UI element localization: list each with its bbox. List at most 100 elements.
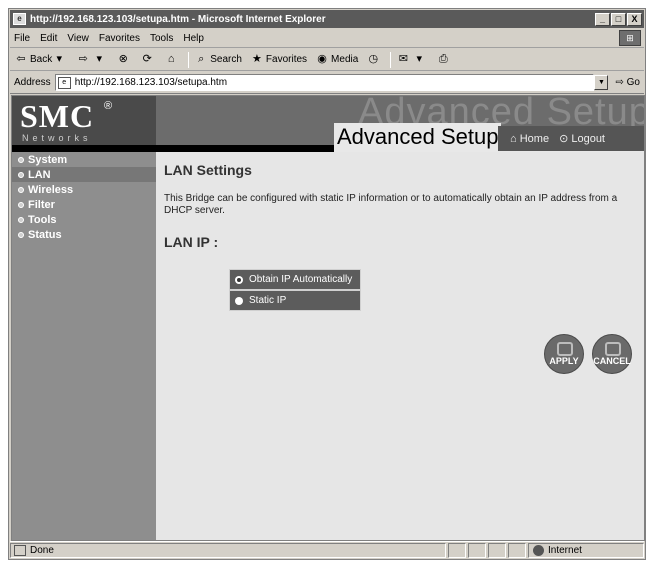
logout-link[interactable]: ⊙ Logout: [559, 132, 605, 145]
sidebar-item-filter[interactable]: Filter: [12, 197, 156, 212]
status-pane: [468, 542, 486, 558]
forward-button[interactable]: ⇨ ▾: [76, 53, 108, 66]
stop-icon: ⊗: [118, 53, 128, 65]
sidebar-item-label: Wireless: [28, 183, 74, 196]
title-bar: e http://192.168.123.103/setupa.htm - Mi…: [10, 10, 644, 28]
bullet-icon: [18, 156, 24, 163]
go-button[interactable]: ⇨ Go: [615, 77, 640, 88]
home-button[interactable]: ⌂: [164, 53, 180, 66]
media-button[interactable]: ◉ Media: [315, 53, 358, 66]
home-link[interactable]: ⌂ Home: [510, 133, 549, 145]
logout-icon: ⊙: [559, 133, 569, 145]
toolbar-divider: [188, 51, 190, 68]
apply-icon: [557, 342, 573, 356]
menu-favorites[interactable]: Favorites: [99, 33, 140, 44]
sidebar-item-system[interactable]: System: [12, 152, 156, 167]
back-arrow-icon: ⇦: [16, 53, 26, 65]
sidebar-item-tools[interactable]: Tools: [12, 212, 156, 227]
go-arrow-icon: ⇨: [615, 77, 624, 88]
sidebar: System LAN Wireless Filter Tools Status: [12, 152, 156, 540]
browser-window: e http://192.168.123.103/setupa.htm - Mi…: [8, 8, 646, 560]
option-label: Obtain IP Automatically: [249, 274, 353, 285]
minimize-button[interactable]: _: [595, 12, 610, 26]
logout-link-label: Logout: [571, 133, 605, 145]
logo-subtitle: Networks: [22, 133, 92, 143]
obtain-ip-automatically-option[interactable]: Obtain IP Automatically: [229, 269, 361, 290]
menu-file[interactable]: File: [14, 33, 30, 44]
ie-icon: e: [13, 13, 26, 25]
menu-view[interactable]: View: [67, 33, 89, 44]
logo-block: SMC ® Networks: [12, 96, 156, 151]
sidebar-item-label: Status: [28, 228, 62, 241]
chevron-down-icon: ▾: [416, 53, 423, 65]
sidebar-item-status[interactable]: Status: [12, 227, 156, 242]
maximize-button[interactable]: □: [611, 12, 626, 26]
page-icon: [14, 544, 26, 556]
toolbar: ⇦ Back ▾ ⇨ ▾ ⊗ ⟳ ⌂ ⌕ Search ★ Favorites …: [10, 49, 644, 71]
home-link-label: Home: [519, 132, 550, 145]
menu-help[interactable]: Help: [183, 33, 204, 44]
back-button[interactable]: ⇦ Back ▾: [14, 53, 68, 66]
address-url: http://192.168.123.103/setupa.htm: [74, 77, 228, 88]
menu-edit[interactable]: Edit: [40, 33, 57, 44]
refresh-icon: ⟳: [142, 53, 152, 65]
status-text-pane: Done: [10, 542, 446, 558]
globe-icon: [533, 544, 544, 556]
close-button[interactable]: X: [627, 12, 642, 26]
radio-button[interactable]: [235, 296, 243, 305]
favorites-label: Favorites: [265, 54, 308, 65]
menu-tools[interactable]: Tools: [150, 33, 173, 44]
smc-logo: SMC: [20, 98, 95, 134]
bullet-icon: [18, 231, 24, 238]
radio-button-checked[interactable]: [235, 275, 243, 284]
bullet-icon: [18, 186, 24, 193]
apply-button[interactable]: APPLY: [544, 334, 584, 374]
search-button[interactable]: ⌕ Search: [194, 53, 242, 66]
status-bar: Done Internet: [10, 541, 644, 558]
history-icon: ◷: [368, 53, 379, 65]
go-label: Go: [626, 77, 640, 88]
sidebar-item-label: Filter: [28, 198, 55, 211]
cancel-label: CANCEL: [593, 356, 631, 366]
bullet-icon: [18, 216, 24, 223]
header-divider: [12, 145, 334, 152]
static-ip-option[interactable]: Static IP: [229, 290, 361, 311]
bullet-icon: [18, 201, 24, 208]
stop-button[interactable]: ⊗: [116, 53, 132, 66]
toolbar-divider: [390, 51, 392, 68]
status-pane: [488, 542, 506, 558]
sidebar-item-label: System: [28, 153, 68, 166]
window-controls: _ □ X: [595, 12, 642, 26]
print-icon: ⎙: [438, 53, 448, 65]
cancel-button[interactable]: CANCEL: [592, 334, 632, 374]
mail-button[interactable]: ✉ ▾: [396, 53, 428, 66]
status-text: Done: [30, 544, 54, 556]
favorites-button[interactable]: ★ Favorites: [250, 53, 307, 66]
history-button[interactable]: ◷: [366, 53, 382, 66]
media-icon: ◉: [317, 53, 327, 65]
print-button[interactable]: ⎙: [436, 53, 452, 66]
windows-logo-icon: ⊞: [619, 30, 641, 46]
address-dropdown-button[interactable]: ▼: [594, 75, 609, 90]
media-label: Media: [331, 54, 359, 65]
sidebar-item-lan[interactable]: LAN: [12, 167, 156, 182]
status-pane: [448, 542, 466, 558]
window-title: http://192.168.123.103/setupa.htm - Micr…: [30, 13, 326, 25]
bullet-icon: [18, 171, 24, 178]
sidebar-item-wireless[interactable]: Wireless: [12, 182, 156, 197]
registered-mark: ®: [104, 100, 113, 112]
chevron-down-icon: ▾: [96, 53, 102, 65]
section-title: LAN IP :: [164, 234, 219, 250]
refresh-button[interactable]: ⟳: [140, 53, 156, 66]
page-description: This Bridge can be configured with stati…: [164, 193, 618, 216]
address-label: Address: [14, 77, 51, 88]
address-input[interactable]: e http://192.168.123.103/setupa.htm: [54, 74, 595, 91]
page-title: LAN Settings: [164, 162, 252, 178]
page-header: SMC ® Networks Advanced Setup Advanced S…: [12, 96, 644, 152]
header-title: Advanced Setup: [334, 123, 502, 151]
menu-bar: File Edit View Favorites Tools Help ⊞: [10, 29, 644, 48]
home-icon: ⌂: [510, 132, 517, 145]
back-label: Back: [30, 54, 53, 65]
forward-arrow-icon: ⇨: [78, 53, 88, 65]
search-label: Search: [210, 54, 242, 65]
